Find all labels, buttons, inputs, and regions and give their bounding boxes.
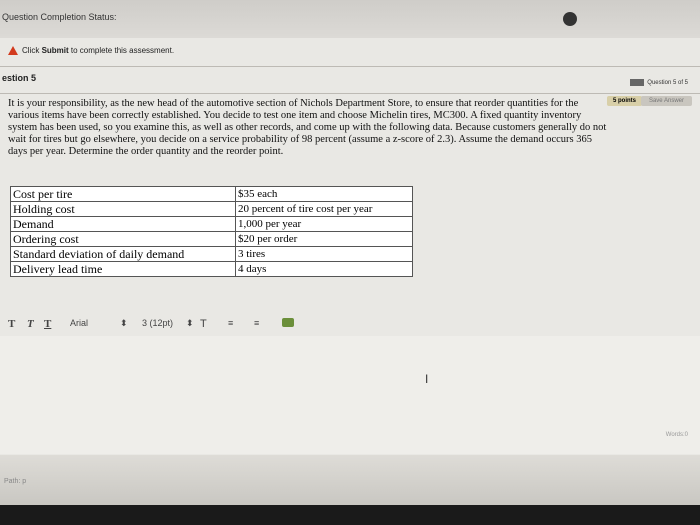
table-row: Delivery lead time 4 days bbox=[10, 261, 413, 277]
data-table: Cost per tire $35 each Holding cost 20 per… bbox=[10, 186, 413, 277]
question-prompt: It is your responsibility, as the new he… bbox=[8, 98, 607, 157]
text-cursor: I bbox=[425, 372, 429, 386]
question-header: estion 5 Question 5 of 5 bbox=[0, 66, 700, 94]
table-row: Cost per tire $35 each bbox=[10, 186, 413, 202]
save-answer-button[interactable]: Save Answer bbox=[640, 96, 692, 106]
completion-status-label: Question Completion Status: bbox=[2, 12, 117, 22]
chevron-updown-icon: ⬍ bbox=[186, 318, 194, 328]
spellcheck-icon[interactable] bbox=[282, 318, 294, 327]
notice-text: Click Submit to complete this assessment… bbox=[22, 46, 175, 55]
bullet-list-button[interactable]: ≡ bbox=[228, 318, 233, 328]
word-count: Words:0 bbox=[665, 432, 688, 438]
underline-button[interactable]: T bbox=[44, 318, 51, 330]
table-row: Holding cost 20 percent of tire cost per … bbox=[10, 201, 413, 217]
table-row: Ordering cost $20 per order bbox=[10, 231, 413, 247]
top-bar: Question Completion Status: bbox=[0, 0, 700, 38]
globe-icon[interactable] bbox=[563, 12, 577, 26]
table-row: Demand 1,000 per year bbox=[10, 216, 413, 232]
font-family-select[interactable]: Arial bbox=[70, 318, 88, 328]
editor-footer bbox=[0, 455, 700, 505]
chevron-updown-icon: ⬍ bbox=[120, 318, 128, 328]
text-color-button[interactable]: T bbox=[200, 318, 207, 330]
submit-notice: Click Submit to complete this assessment… bbox=[8, 46, 174, 55]
path-label: Path: p bbox=[4, 478, 27, 485]
numbered-list-button[interactable]: ≡ bbox=[254, 318, 259, 328]
editor-toolbar: T T T Arial ⬍ 3 (12pt) ⬍ T ≡ ≡ bbox=[0, 312, 700, 336]
browser-viewport: Question Completion Status: Click Submit… bbox=[0, 0, 700, 505]
question-nav[interactable]: Question 5 of 5 bbox=[630, 79, 688, 86]
bold-button[interactable]: T bbox=[8, 318, 15, 330]
table-row: Standard deviation of daily demand 3 tire… bbox=[10, 246, 413, 262]
points-badge: 5 points bbox=[606, 96, 642, 106]
answer-editor[interactable] bbox=[0, 336, 700, 454]
nav-arrows-icon[interactable] bbox=[630, 79, 645, 86]
font-size-select[interactable]: 3 (12pt) bbox=[142, 318, 173, 328]
italic-button[interactable]: T bbox=[27, 318, 34, 330]
warning-icon bbox=[8, 46, 18, 55]
question-title: estion 5 bbox=[2, 73, 37, 83]
